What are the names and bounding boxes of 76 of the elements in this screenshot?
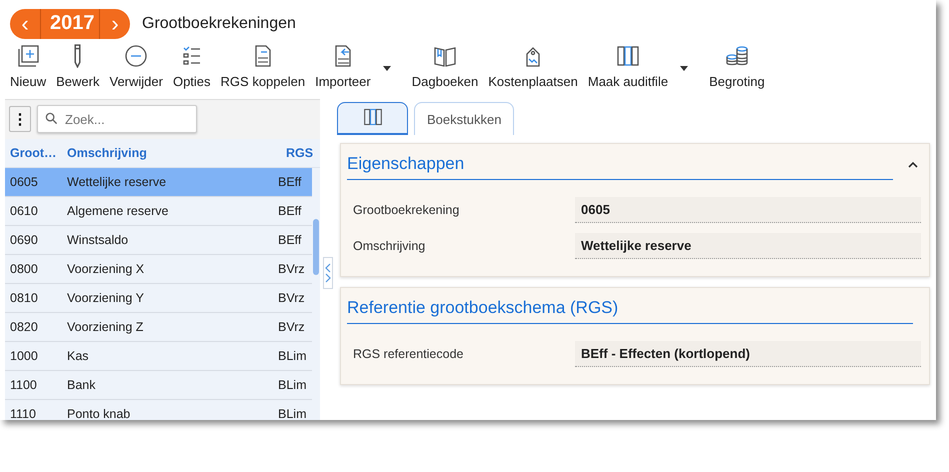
toolbar-button[interactable]: Nieuw xyxy=(5,44,52,89)
scrollbar-thumb[interactable] xyxy=(313,219,319,275)
table-cell-text: Kas xyxy=(66,349,90,363)
toolbar-button[interactable]: Verwijder xyxy=(104,44,168,89)
table-cell-text: 1110 xyxy=(9,407,37,420)
table-cell-text: Voorziening Y xyxy=(66,291,145,305)
chevrons-icon xyxy=(324,261,332,285)
table-cell-text: Winstsaldo xyxy=(66,233,130,247)
new-icon xyxy=(16,44,40,68)
table-cell-text: BEff xyxy=(278,204,302,218)
column-header[interactable]: RGS xyxy=(286,146,320,160)
table-row[interactable]: 0605 Wettelijke reserve BEff xyxy=(5,168,312,197)
table-cell-text: 0610 xyxy=(9,204,39,218)
table-cell-text: 0810 xyxy=(9,291,39,305)
table-cell-text: BLim xyxy=(278,349,308,363)
table-cell-text: BLim xyxy=(278,407,308,420)
table-cell-text: 1100 xyxy=(9,378,38,392)
table-cell-text: 1000 xyxy=(9,349,39,363)
toolbar-button[interactable]: Importeer xyxy=(310,44,407,89)
toolbar-button[interactable]: Maak auditfile xyxy=(582,44,704,89)
dropdown-caret-icon xyxy=(382,66,391,71)
table-cell-text: Voorziening X xyxy=(66,262,146,276)
toolbar-button[interactable]: Opties xyxy=(168,44,216,89)
table-cell-text: Voorziening Z xyxy=(66,320,144,334)
table-cell-text: 0690 xyxy=(9,233,39,247)
table-cell-text: 0605 xyxy=(9,175,39,189)
column-header[interactable]: Omschrijving xyxy=(62,146,286,160)
table-cell-text: BEff xyxy=(278,233,302,247)
toolbar-button[interactable]: RGS koppelen xyxy=(216,44,310,89)
table-cell-text: 0820 xyxy=(9,320,39,334)
toolbar-button[interactable]: Begroting xyxy=(704,44,770,89)
chevron-icon[interactable] xyxy=(907,161,919,169)
table-cell-text: Ponto knab xyxy=(66,407,132,420)
table-row[interactable]: 1100 Bank BLim xyxy=(5,371,312,400)
table-row[interactable]: 1000 Kas BLim xyxy=(5,342,312,371)
table-cell-text: BEff xyxy=(278,175,302,189)
field-value: 0605 xyxy=(575,197,921,223)
table-cell-text: BVrz xyxy=(278,320,306,334)
table-row[interactable]: 0810 Voorziening Y BVrz xyxy=(5,284,312,313)
page-title: Grootboekrekeningen xyxy=(142,14,296,32)
table-cell-text: BLim xyxy=(278,378,308,392)
minus-circle-icon xyxy=(124,44,148,68)
tab[interactable] xyxy=(337,102,408,135)
table-row[interactable]: 0690 Winstsaldo BEff xyxy=(5,226,312,255)
field-label: RGS referentiecode xyxy=(353,347,464,361)
table-row[interactable]: 0820 Voorziening Z BVrz xyxy=(5,313,312,342)
coins-icon xyxy=(724,44,749,68)
field-label: Omschrijving xyxy=(353,239,426,253)
table-cell-text: Wettelijke reserve xyxy=(66,175,168,189)
field-label: Grootboekrekening xyxy=(353,203,460,217)
table-cell-text: Bank xyxy=(66,378,96,392)
pencil-icon xyxy=(74,44,82,68)
table-cell-text: BVrz xyxy=(278,262,306,276)
collapse-handle[interactable] xyxy=(323,257,333,289)
cabinet-icon xyxy=(362,106,382,126)
table-cell-text: Algemene reserve xyxy=(66,204,170,218)
table-row[interactable]: 0800 Voorziening X BVrz xyxy=(5,255,312,284)
field-value: Wettelijke reserve xyxy=(575,233,921,259)
section-title: Eigenschappen xyxy=(347,150,893,180)
year-value: 2017 xyxy=(40,8,100,38)
table-cell-text: BVrz xyxy=(278,291,306,305)
cabinet-icon xyxy=(616,44,640,68)
dropdown-caret-icon xyxy=(680,66,688,71)
table-cell-text: 0800 xyxy=(9,262,39,276)
table-row[interactable]: 0610 Algemene reserve BEff xyxy=(5,197,312,226)
toolbar-button[interactable]: Dagboeken xyxy=(406,44,484,89)
table-row[interactable]: 1110 Ponto knab BLim xyxy=(5,400,312,420)
field-value: BEff - Effecten (kortlopend) xyxy=(575,341,921,367)
search-field[interactable]: Zoek... xyxy=(37,105,197,133)
toolbar-button[interactable]: Kostenplaatsen xyxy=(483,44,583,89)
tab[interactable]: Boekstukken xyxy=(414,102,514,135)
more-options-button[interactable]: ⋮ xyxy=(9,106,31,132)
search-icon xyxy=(45,112,58,125)
column-header[interactable]: Groot… xyxy=(5,146,62,160)
toolbar-button[interactable]: Bewerk xyxy=(51,44,104,89)
section-title: Referentie grootboekschema (RGS) xyxy=(347,294,913,324)
